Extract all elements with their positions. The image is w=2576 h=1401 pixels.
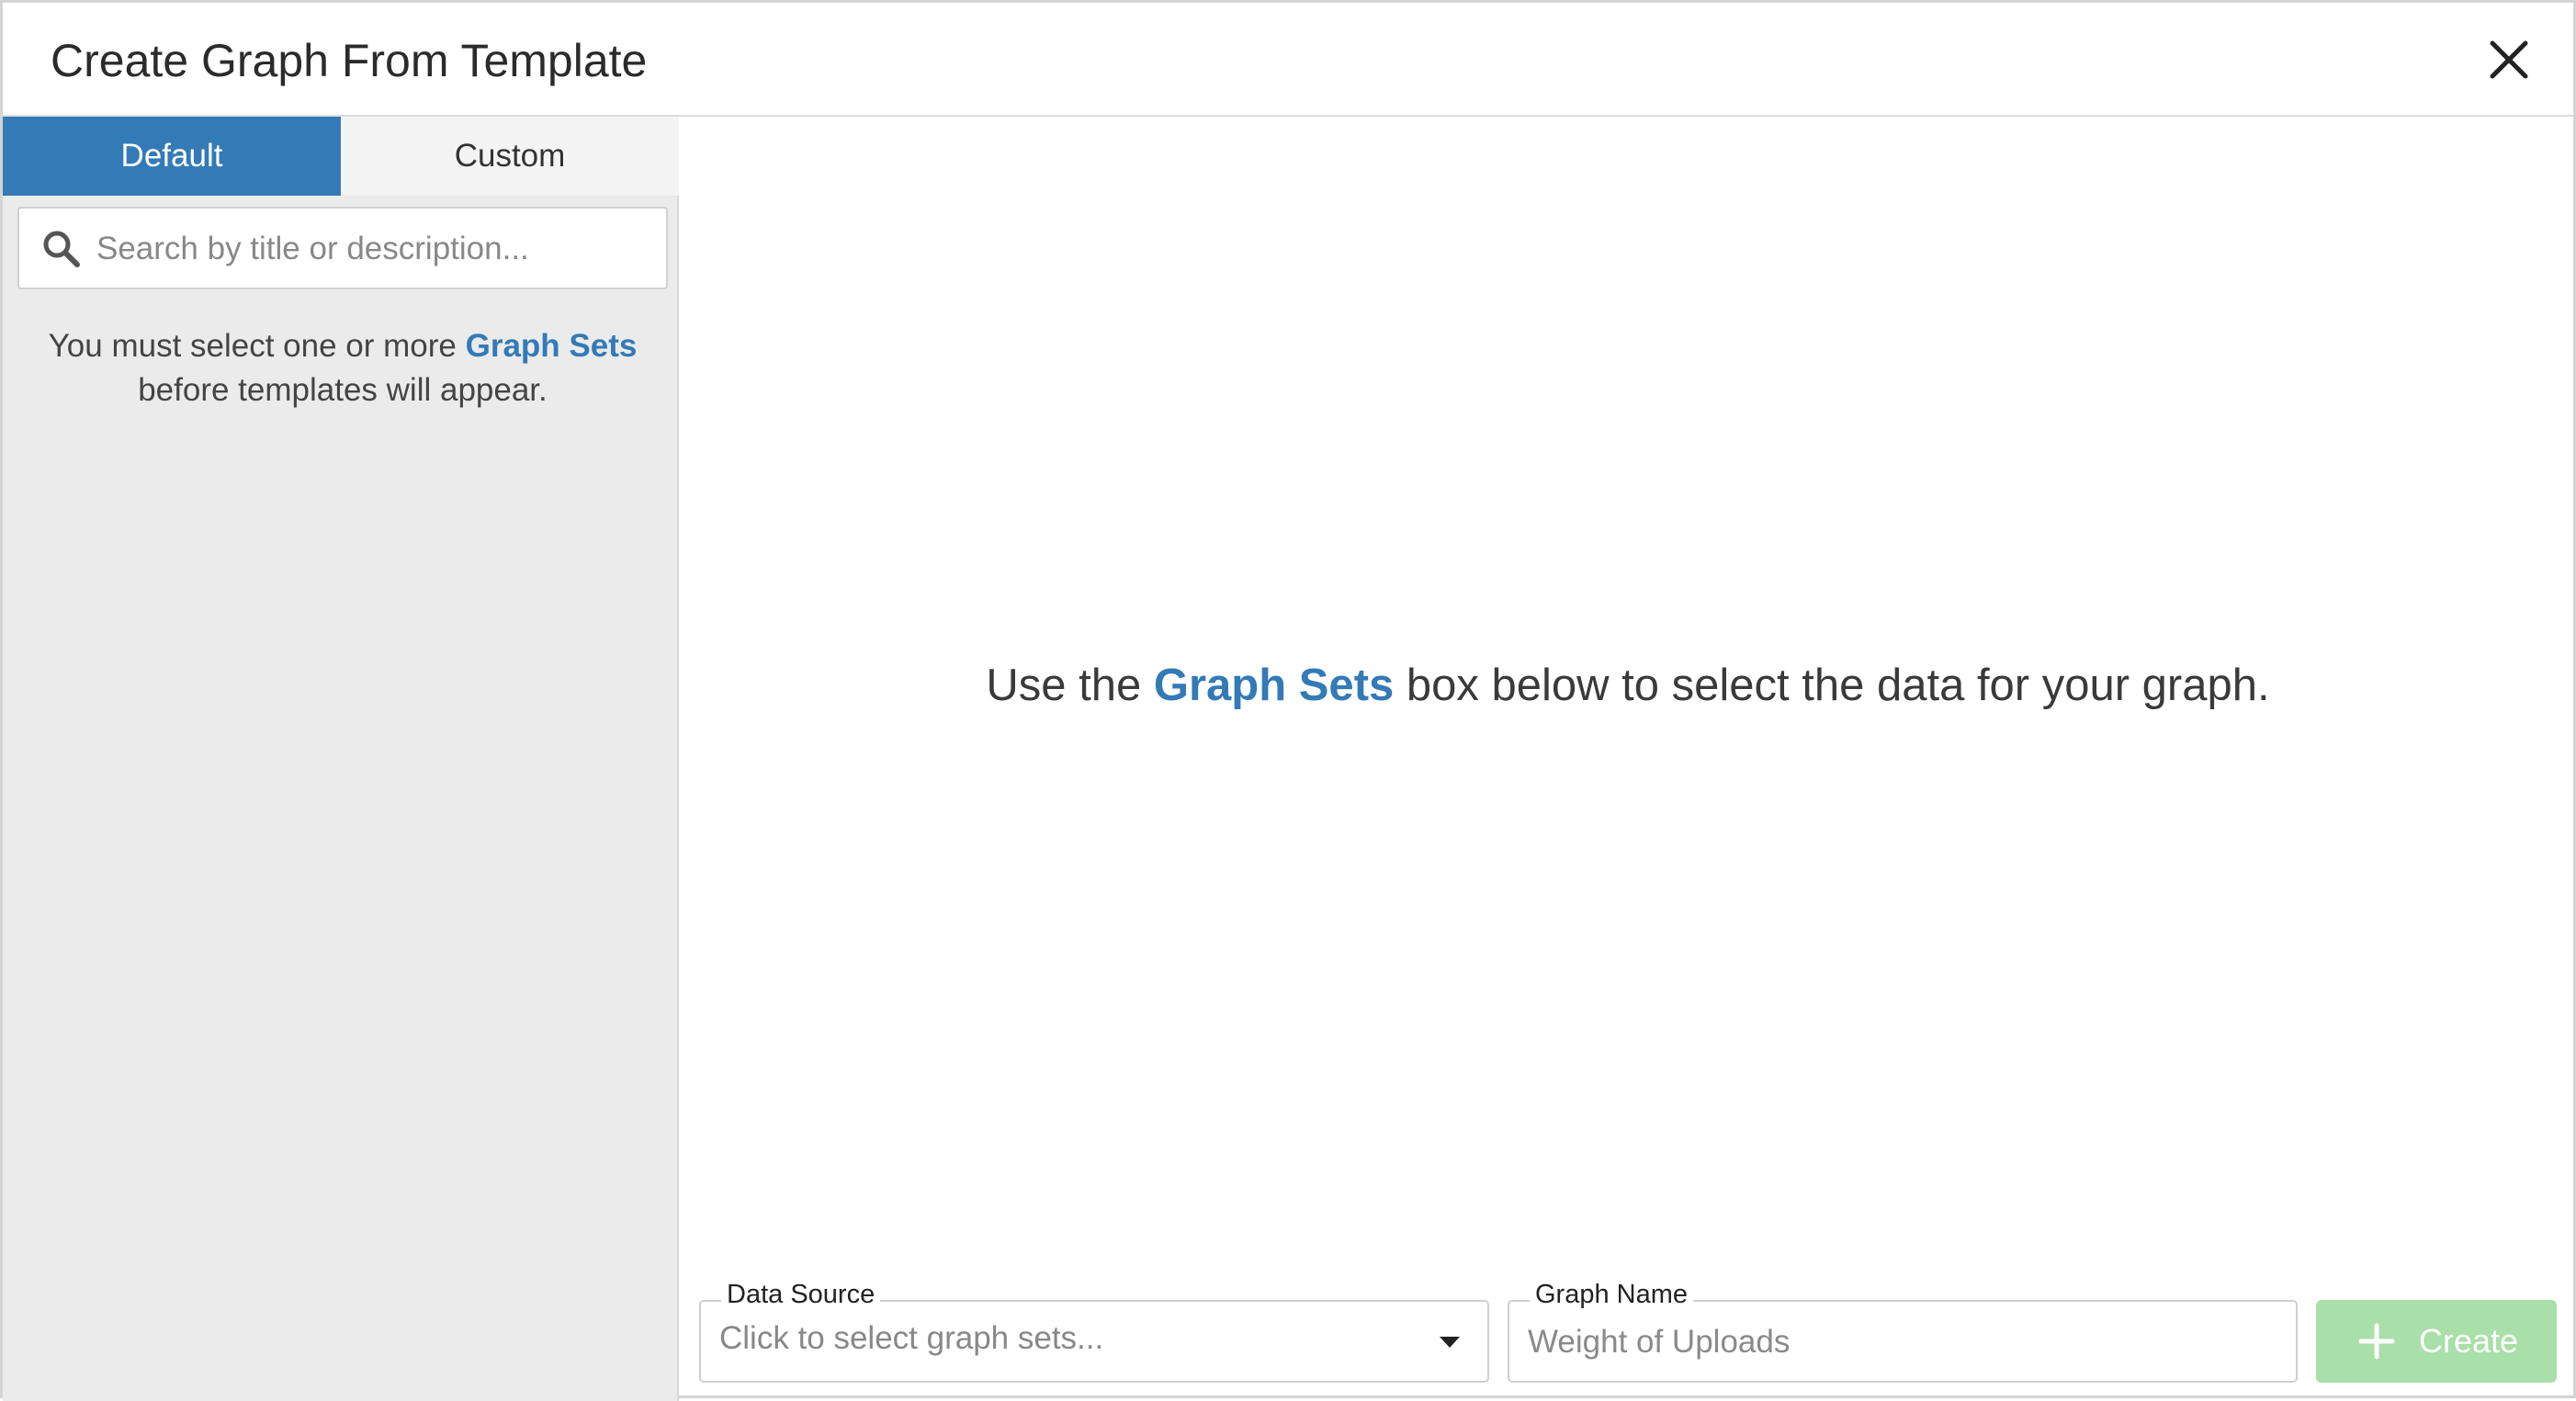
search-icon [43,231,80,267]
plus-icon [2358,1323,2395,1360]
graph-name-input[interactable] [1528,1307,2281,1377]
dialog-title: Create Graph From Template [51,35,648,86]
template-sidebar: Default Custom You must select one or mo… [3,117,679,1401]
tab-default[interactable]: Default [3,117,341,196]
graph-name-field: Graph Name [1508,1280,2298,1383]
graph-name-label: Graph Name [1530,1280,1694,1310]
create-label: Create [2419,1322,2519,1360]
no-templates-text-2: before templates will appear. [138,372,548,408]
instruction-text-2: box below to select the data for your gr… [1394,661,2270,710]
data-source-label: Data Source [721,1280,881,1310]
search-box [17,207,668,289]
search-input[interactable] [96,210,648,288]
dialog-header: Create Graph From Template [3,3,2573,117]
tab-custom[interactable]: Custom [341,117,679,196]
chevron-down-icon[interactable] [1440,1337,1460,1348]
data-source-placeholder: Click to select graph sets... [719,1320,1104,1356]
create-button[interactable]: Create [2316,1300,2557,1383]
close-icon[interactable] [2483,34,2535,85]
graph-sets-link-main[interactable]: Graph Sets [1154,661,1394,710]
create-graph-dialog: Create Graph From Template Default Custo… [0,0,2576,1401]
data-source-select[interactable]: Data Source Click to select graph sets..… [699,1280,1489,1383]
graph-sets-link[interactable]: Graph Sets [466,328,638,364]
instruction-text: Use the [986,661,1154,710]
no-templates-text: You must select one or more [48,328,466,364]
graph-sets-instruction: Use the Graph Sets box below to select t… [683,660,2573,711]
no-templates-message: You must select one or more Graph Sets b… [21,324,664,412]
